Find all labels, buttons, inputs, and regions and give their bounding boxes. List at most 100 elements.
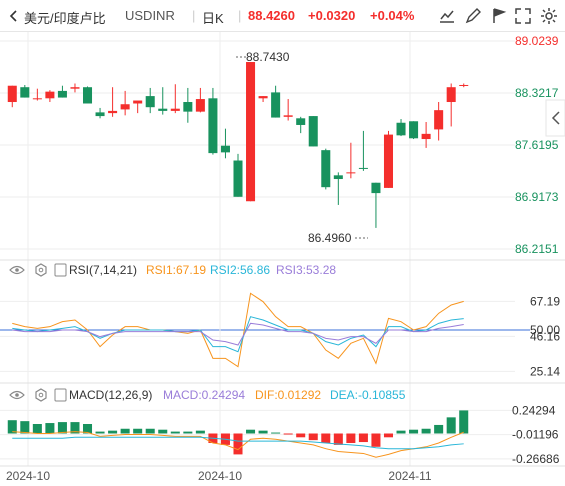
macd-y-axis: 0.24294 -0.01196 -0.26686 <box>512 403 560 465</box>
candle-body <box>170 108 180 111</box>
candle-body <box>20 87 30 98</box>
candle-body <box>45 91 55 99</box>
candle-body <box>95 112 105 117</box>
candle-body <box>208 98 218 154</box>
candle-body <box>333 175 343 180</box>
eye-icon-pupil <box>15 393 19 397</box>
candle-body <box>396 122 406 136</box>
candle-body <box>371 182 381 194</box>
candle-body <box>246 62 256 202</box>
fullscreen-icon <box>515 8 531 24</box>
chart-style-button[interactable] <box>436 5 458 27</box>
settings-icon <box>541 8 557 24</box>
macd-histogram-bar <box>383 433 394 438</box>
macd-histogram-bar <box>308 433 318 441</box>
back-icon[interactable] <box>8 10 20 22</box>
rsi3-value: RSI3:53.28 <box>276 263 336 277</box>
candle-body <box>258 96 268 99</box>
macd-histogram-bar <box>233 433 243 455</box>
dea-value: DEA:-0.10855 <box>330 388 406 402</box>
candle-body <box>82 87 93 104</box>
rsi-tick-label: 25.14 <box>530 364 560 378</box>
macd-histogram-bar <box>421 428 431 434</box>
macd-value: MACD:0.24294 <box>163 388 245 402</box>
macd-histogram <box>7 410 469 455</box>
macd-histogram-bar <box>145 428 155 434</box>
candle-body <box>220 145 230 153</box>
macd-panel-header: MACD(12,26,9) MACD:0.24294 DIF:0.01292 D… <box>9 388 406 402</box>
macd-histogram-bar <box>158 429 168 434</box>
symbol-name[interactable]: 美元/印度卢比 <box>24 8 106 27</box>
candle-body <box>321 150 331 188</box>
rsi-series-line <box>12 316 464 353</box>
price-tick-label: 86.2151 <box>515 242 559 256</box>
toolbar-separator: | <box>238 8 242 23</box>
settings-icon-center <box>38 267 44 273</box>
period-selector[interactable]: 日K <box>202 8 224 27</box>
settings-icon[interactable] <box>35 388 47 402</box>
settings-button[interactable] <box>538 5 560 27</box>
candle-body <box>308 116 318 147</box>
macd-histogram-bar <box>296 433 306 438</box>
macd-histogram-bar <box>45 423 55 434</box>
candle-body <box>32 98 42 100</box>
candle-body <box>158 108 168 111</box>
macd-histogram-bar <box>283 433 293 435</box>
macd-histogram-bar <box>358 433 368 443</box>
eye-icon-pupil <box>15 268 19 272</box>
candle-body <box>434 110 444 130</box>
info-icon[interactable] <box>54 388 67 402</box>
candle-body <box>459 84 469 86</box>
price-tick-label: 88.3217 <box>515 86 559 100</box>
x-tick-label: 2024-11 <box>388 469 431 483</box>
candle-body <box>70 87 80 89</box>
candle-body <box>57 90 67 98</box>
chart-toolbar: 美元/印度卢比 USDINR | 日K | 88.4260 +0.0320 +0… <box>0 0 565 32</box>
macd-histogram-bar <box>20 421 30 434</box>
rsi2-value: RSI2:56.86 <box>210 263 270 277</box>
macd-histogram-bar <box>271 432 281 434</box>
chart-canvas: 88.7430 86.4960 89.0239 88.3217 87.6195 86.… <box>0 32 565 483</box>
macd-histogram-bar <box>183 431 193 434</box>
macd-histogram-bar <box>396 430 406 434</box>
macd-histogram-bar <box>246 429 256 434</box>
candle-body <box>133 100 143 104</box>
candle-body <box>446 87 456 103</box>
x-tick-label: 2024-10 <box>198 469 242 483</box>
candle-body <box>296 118 306 125</box>
flag-button[interactable] <box>488 5 510 27</box>
candle-body <box>358 167 368 169</box>
rsi1-value: RSI1:67.19 <box>146 263 206 277</box>
macd-histogram-bar <box>446 417 456 434</box>
info-icon[interactable] <box>54 263 67 277</box>
settings-icon[interactable] <box>35 263 47 277</box>
candle-body <box>108 110 118 114</box>
price-y-axis: 89.0239 88.3217 87.6195 86.9173 86.2151 <box>515 34 559 256</box>
macd-tick-label: 0.24294 <box>512 403 556 417</box>
macd-indicator-name[interactable]: MACD(12,26,9) <box>69 388 152 402</box>
macd-histogram-bar <box>459 410 469 434</box>
candle-body <box>233 160 243 197</box>
macd-histogram-bar <box>346 433 356 443</box>
chart-style-icon <box>440 10 454 23</box>
candle-body <box>183 102 193 112</box>
fullscreen-button[interactable] <box>512 5 534 27</box>
rsi-indicator-name[interactable]: RSI(7,14,21) <box>69 263 137 277</box>
x-tick-label: 2024-10 <box>6 469 50 483</box>
candle-body <box>383 134 394 188</box>
price-tick-label: 87.6195 <box>515 138 559 152</box>
collapse-panel-button[interactable] <box>545 99 565 137</box>
rsi-tick-label: 67.19 <box>530 294 560 308</box>
x-axis: 2024-10 2024-10 2024-11 <box>6 469 432 483</box>
dif-value: DIF:0.01292 <box>255 388 321 402</box>
symbol-code[interactable]: USDINR <box>125 8 175 23</box>
macd-histogram-bar <box>95 431 105 434</box>
macd-histogram-bar <box>57 422 67 434</box>
candle-body <box>346 172 356 174</box>
candle-body <box>195 99 205 112</box>
candle-body <box>145 96 155 108</box>
macd-histogram-bar <box>108 430 118 434</box>
candle-body <box>409 121 419 139</box>
draw-button[interactable] <box>462 5 484 27</box>
price-change: +0.0320 <box>308 8 356 23</box>
